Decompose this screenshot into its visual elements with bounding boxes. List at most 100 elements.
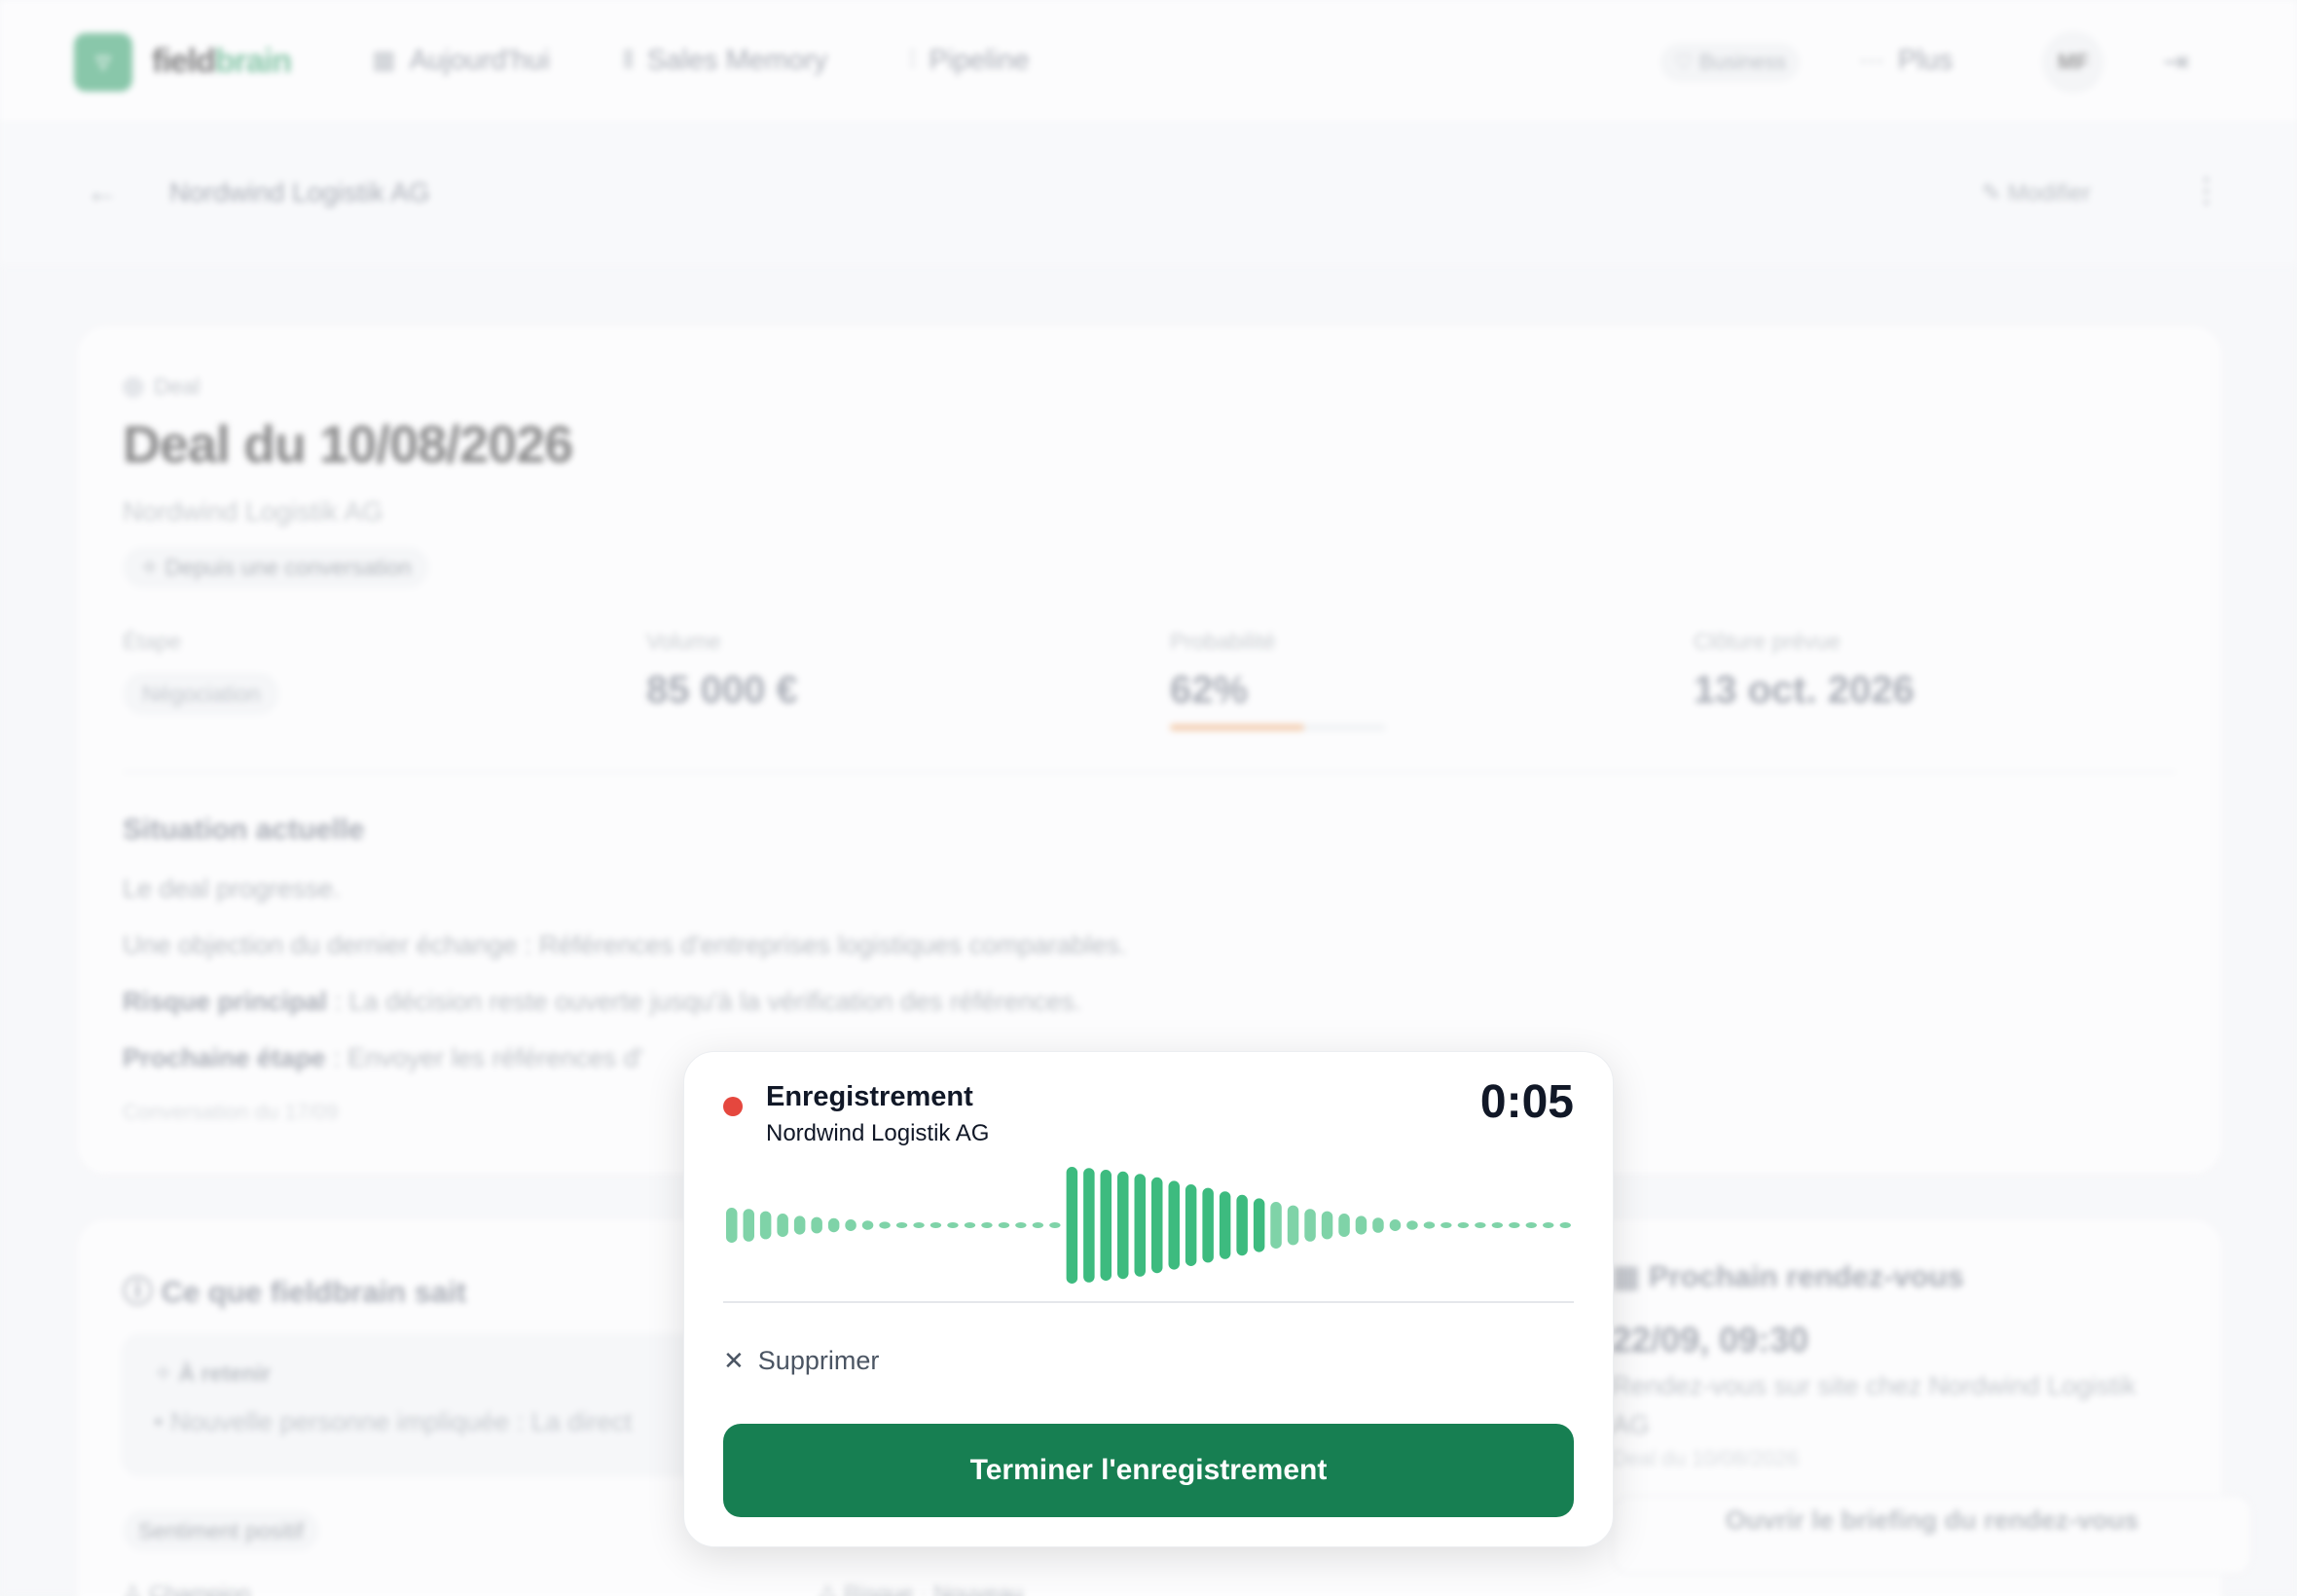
risk-label: ⚠ Risque · Nouveau [818, 1580, 1023, 1596]
top-navigation: ▿ fieldbrain ▦ Aujourd'hui ⫴ Sales Memory … [0, 0, 2297, 123]
next-meeting-date: 22/09, 09:30 [1612, 1320, 1809, 1360]
waveform-bar [1423, 1221, 1436, 1229]
deal-title: Deal du 10/08/2026 [123, 416, 573, 474]
sparkle-icon: ✧ [140, 555, 160, 580]
waveform-bar [1066, 1167, 1078, 1284]
waveform-bar [1185, 1184, 1197, 1266]
waveform-bar [793, 1215, 806, 1235]
waveform-bar [1134, 1174, 1146, 1277]
recording-title: Enregistrement [766, 1081, 973, 1112]
page-header: ← Nordwind Logistik AG ✎ Modifier ⋮ [0, 123, 2297, 265]
waveform-bar [913, 1222, 925, 1228]
sentiment-badge: Sentiment positif [123, 1510, 320, 1551]
logout-icon[interactable]: ⇥ [2163, 43, 2189, 80]
situation-objection: Une objection du dernier échange : Référ… [123, 930, 1127, 960]
calendar-icon: ▦ [1612, 1259, 1641, 1293]
recording-modal: Enregistrement Nordwind Logistik AG 0:05… [683, 1051, 1614, 1547]
deal-tag: Deal [123, 374, 200, 400]
takeaway-item: • Nouvelle personne impliquée : La direc… [154, 1407, 633, 1436]
recording-timer: 0:05 [1479, 1076, 1574, 1128]
waveform-bar [1236, 1194, 1248, 1256]
pipeline-icon: ⫶ [909, 45, 916, 74]
waveform-bar [1219, 1191, 1231, 1259]
waveform-bar [947, 1222, 959, 1228]
recording-dot-icon [723, 1097, 743, 1116]
recording-company: Nordwind Logistik AG [766, 1120, 990, 1146]
warning-icon: ⚠ [818, 1580, 838, 1596]
waveform-bar [1287, 1205, 1299, 1246]
waveform-bar [1509, 1222, 1520, 1228]
person-icon: ♙ [123, 1580, 143, 1596]
waveform-bar [1304, 1209, 1316, 1242]
champion-label: ♙ Champion [123, 1580, 251, 1596]
deal-dot-icon [123, 377, 144, 398]
situation-risk: Risque principal : La décision reste ouv… [123, 987, 1082, 1016]
close-date-stat: Clôture prévue 13 oct. 2026 [1694, 629, 1914, 711]
plan-badge: ♡ Business [1660, 43, 1801, 82]
probability-bar-fill [1170, 724, 1304, 731]
close-icon: ✕ [723, 1346, 745, 1375]
situation-source[interactable]: Conversation du 17/09 [123, 1100, 338, 1125]
back-arrow-icon[interactable]: ← [86, 173, 119, 211]
deal-card: Deal Deal du 10/08/2026 Nordwind Logisti… [78, 327, 2221, 1174]
situation-line: Le deal progresse. [123, 874, 341, 903]
library-icon: ⫴ [623, 45, 634, 74]
nav-item-today[interactable]: ▦ Aujourd'hui [372, 45, 550, 77]
waveform-bar [1270, 1202, 1282, 1249]
waveform-bar [1253, 1198, 1265, 1252]
waveform-bar [1168, 1180, 1180, 1270]
delete-recording-button[interactable]: ✕ Supprimer [723, 1346, 879, 1376]
probability-bar [1170, 724, 1386, 731]
waveform-bar [827, 1217, 840, 1233]
calendar-icon: ▦ [372, 45, 396, 74]
waveform-bar [981, 1222, 993, 1228]
next-meeting-title: ▦ Prochain rendez-vous [1612, 1259, 1964, 1293]
waveform-bar [759, 1211, 772, 1240]
sparkle-icon: ✧ [154, 1360, 173, 1386]
waveform-bar [726, 1208, 738, 1243]
waveform-bar [1355, 1215, 1367, 1235]
waveform-bar [1491, 1222, 1504, 1228]
situation-title: Situation actuelle [123, 814, 365, 846]
waveform-bar [1032, 1222, 1044, 1228]
nav-item-sales-memory[interactable]: ⫴ Sales Memory [623, 45, 827, 77]
info-icon: ⓘ [123, 1275, 153, 1309]
situation-next-step: Prochaine étape : Envoyer les références… [123, 1043, 643, 1072]
waveform-bar [1457, 1222, 1470, 1228]
waveform-bar [1525, 1222, 1537, 1228]
brand-name[interactable]: fieldbrain [152, 43, 292, 81]
nav-item-pipeline[interactable]: ⫶ Pipeline [909, 45, 1030, 77]
page-title: Nordwind Logistik AG [169, 177, 430, 207]
waveform-bar [1338, 1214, 1350, 1237]
waveform-bar [1559, 1222, 1571, 1228]
kebab-menu-icon[interactable]: ⋮ [2190, 171, 2223, 210]
waveform-bar [1389, 1219, 1402, 1231]
waveform-bar [811, 1216, 822, 1234]
stage-stat: Étape Négociation [123, 629, 280, 715]
waveform-bar [895, 1222, 908, 1228]
finish-recording-button[interactable]: Terminer l'enregistrement [723, 1424, 1574, 1517]
brand-logo-icon[interactable]: ▿ [74, 33, 132, 91]
avatar[interactable]: MF [2042, 31, 2104, 93]
waveform-bar [1117, 1171, 1129, 1280]
waveform-bar [1100, 1170, 1112, 1281]
waveform-bar [1372, 1217, 1384, 1233]
source-chip: ✧ Depuis une conversation [123, 547, 429, 588]
waveform-bar [1440, 1222, 1452, 1228]
modify-button[interactable]: ✎ Modifier [1982, 179, 2091, 207]
audio-waveform [726, 1167, 1571, 1284]
waveform-bar [1202, 1187, 1214, 1263]
nav-item-more[interactable]: ··· Plus [1859, 45, 1952, 77]
open-briefing-button[interactable]: Ouvrir le briefing du rendez-vous [1612, 1495, 2252, 1575]
waveform-bar [930, 1222, 942, 1228]
volume-stat: Volume 85 000 € [646, 629, 798, 711]
knowledge-title: ⓘ Ce que fieldbrain sait [123, 1275, 467, 1309]
waveform-bar [1083, 1168, 1095, 1283]
waveform-bar [1151, 1177, 1163, 1274]
waveform-bar [964, 1222, 976, 1228]
waveform-bar [1321, 1211, 1333, 1240]
waveform-bar [879, 1221, 891, 1229]
deal-company[interactable]: Nordwind Logistik AG [123, 496, 383, 527]
stage-chip[interactable]: Négociation [123, 672, 280, 715]
probability-stat: Probabilité 62% [1170, 629, 1386, 731]
